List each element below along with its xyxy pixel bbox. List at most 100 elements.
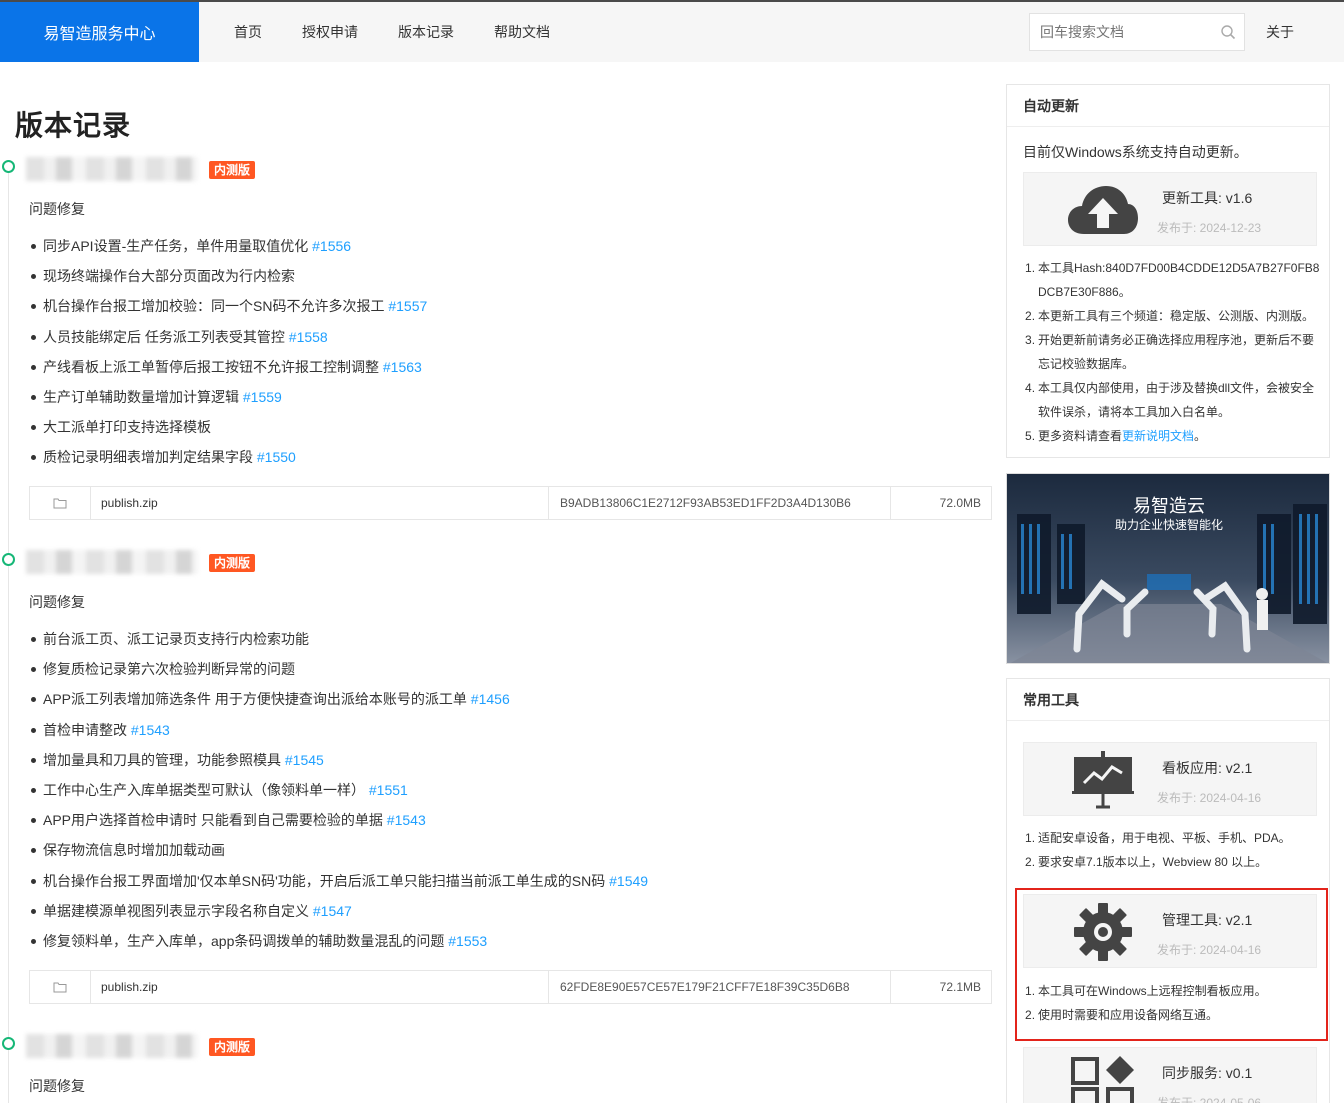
timeline-dot [2,1037,15,1050]
change-item: 质检记录明细表增加判定结果字段 #1550 [29,442,427,472]
nav-version-history[interactable]: 版本记录 [378,2,474,62]
tool-date: 发布于: 2024-05-06 [1157,1096,1262,1103]
change-text: 同步API设置-生产任务，单件用量取值优化 [43,238,309,254]
presentation-board-icon [1066,751,1140,809]
update-tool-download[interactable]: 更新工具: v1.6 发布于: 2024-12-23 [1023,172,1317,246]
change-item: 保存物流信息时增加加载动画 [29,835,648,865]
change-item: 首检申请整改 #1543 [29,715,648,745]
note-item: 适配安卓设备，用于电视、平板、手机、PDA。 [1025,826,1291,850]
board-notes: 适配安卓设备，用于电视、平板、手机、PDA。 要求安卓7.1版本以上，Webvi… [1023,826,1323,874]
nav-help-docs[interactable]: 帮助文档 [474,2,570,62]
promo-banner[interactable]: 易智造云 助力企业快速智能化 [1006,473,1330,664]
change-item: 人员技能绑定后 任务派工列表受其管控 #1558 [29,322,427,352]
file-size: 72.0MB [939,496,981,510]
change-text: 首检申请整改 [43,721,127,738]
highlight-box [1015,888,1328,1041]
release-change-list: 同步API设置-生产任务，单件用量取值优化 #1556 现场终端操作台大部分页面改… [29,231,427,473]
auto-update-card: 自动更新 目前仅Windows系统支持自动更新。 更新工具: v1.6 发布于:… [1006,84,1330,458]
change-text: APP用户选择首检申请时 只能看到自己需要检验的单据 [43,812,383,829]
card-title: 自动更新 [1007,85,1329,127]
note-text: 。 [1194,429,1207,443]
nav-license-apply[interactable]: 授权申请 [282,2,378,62]
search-box [1029,13,1245,51]
change-item: 前台派工页、派工记录页支持行内检索功能 [29,624,648,654]
issue-link[interactable]: #1543 [131,722,170,738]
change-text: 大工派单打印支持选择模板 [43,419,211,436]
change-item: 增加量具和刀具的管理，功能参照模具 #1545 [29,745,648,775]
timeline-dot [2,160,15,173]
file-name[interactable]: publish.zip [91,971,549,1003]
change-text: 生产订单辅助数量增加计算逻辑 [43,388,239,405]
cloud-upload-icon [1066,181,1140,239]
nav-about[interactable]: 关于 [1266,2,1294,62]
update-docs-link[interactable]: 更新说明文档 [1122,429,1194,443]
change-text: 修复领料单，生产入库单，app条码调拨单的辅助数量混乱的问题 [43,932,445,949]
change-item: 现场终端操作台大部分页面改为行内检索 [29,261,427,291]
change-text: 工作中心生产入库单据类型可默认（像领料单一样） [43,781,365,798]
card-title: 常用工具 [1007,679,1329,721]
issue-link[interactable]: #1556 [312,238,351,254]
note-item: 本工具Hash:840D7FD00B4CDDE12D5A7B27F0FB8DCB… [1025,256,1320,299]
change-text: 增加量具和刀具的管理，功能参照模具 [43,751,281,768]
change-item: 同步API设置-生产任务，单件用量取值优化 #1556 [29,231,427,261]
download-row[interactable]: publish.zip B9ADB13806C1E2712F93AB53ED1F… [29,486,992,520]
file-name[interactable]: publish.zip [91,487,549,519]
issue-link[interactable]: #1559 [243,389,282,405]
nav-home[interactable]: 首页 [214,2,282,62]
change-text: 前台派工页、派工记录页支持行内检索功能 [43,631,309,647]
release-change-list: 前台派工页、派工记录页支持行内检索功能修复质检记录第六次检验判断异常的问题 APP… [29,624,648,956]
folder-icon [30,487,91,519]
search-icon[interactable] [1220,24,1236,40]
auto-update-desc: 目前仅Windows系统支持自动更新。 [1023,144,1248,160]
search-input[interactable] [1030,14,1210,50]
folder-icon [30,971,91,1003]
issue-link[interactable]: #1553 [448,933,487,949]
internal-beta-badge: 内测版 [209,1038,256,1056]
change-item: 机台操作台报工增加校验：同一个SN码不允许多次报工 #1557 [29,291,427,321]
tool-date: 发布于: 2024-04-16 [1157,791,1262,805]
issue-link[interactable]: #1551 [369,782,408,798]
issue-link[interactable]: #1558 [289,329,328,345]
release-category: 问题修复 [29,201,85,217]
change-item: 产线看板上派工单暂停后报工按钮不允许报工控制调整 #1563 [29,352,427,382]
change-text: APP派工列表增加筛选条件 用于方便快捷查询出派给本账号的派工单 [43,691,467,708]
board-app-download[interactable]: 看板应用: v2.1 发布于: 2024-04-16 [1023,742,1317,816]
internal-beta-badge: 内测版 [209,161,256,179]
issue-link[interactable]: #1547 [313,903,352,919]
change-item: 工作中心生产入库单据类型可默认（像领料单一样） #1551 [29,775,648,805]
change-text: 质检记录明细表增加判定结果字段 [43,449,253,466]
issue-link[interactable]: #1456 [471,691,510,707]
change-item: 生产订单辅助数量增加计算逻辑 #1559 [29,382,427,412]
change-item: APP用户选择首检申请时 只能看到自己需要检验的单据 #1543 [29,805,648,835]
brand-logo[interactable]: 易智造服务中心 [0,2,199,62]
download-row[interactable]: publish.zip 62FDE8E90E57CE57E179F21CFF7E… [29,970,992,1004]
tool-date: 发布于: 2024-12-23 [1157,221,1262,235]
change-item: 大工派单打印支持选择模板 [29,412,427,442]
sync-blocks-icon [1066,1056,1140,1103]
issue-link[interactable]: #1543 [387,812,426,828]
issue-link[interactable]: #1563 [383,359,422,375]
change-text: 保存物流信息时增加加载动画 [43,842,225,859]
release-category: 问题修复 [29,594,85,610]
change-item: 单据建模源单视图列表显示字段名称自定义 #1547 [29,896,648,926]
tool-name: 同步服务: v0.1 [1162,1065,1253,1081]
sync-service-download[interactable]: 同步服务: v0.1 发布于: 2024-05-06 [1023,1047,1317,1103]
change-item: 修复质检记录第六次检验判断异常的问题 [29,654,648,684]
issue-link[interactable]: #1545 [285,752,324,768]
issue-link[interactable]: #1549 [609,873,648,889]
note-item: 本更新工具有三个频道：稳定版、公测版、内测版。 [1025,304,1315,328]
issue-link[interactable]: #1550 [257,449,296,465]
main-nav: 首页 授权申请 版本记录 帮助文档 [214,2,570,62]
page-title: 版本记录 [15,110,132,141]
note-item: 本工具仅内部使用，由于涉及替换dll文件，会被安全软件误杀，请将本工具加入白名单… [1025,376,1315,419]
note-text: 更多资料请查看 [1038,429,1123,443]
issue-link[interactable]: #1557 [388,298,427,314]
update-notes: 本工具Hash:840D7FD00B4CDDE12D5A7B27F0FB8DCB… [1023,256,1323,448]
change-text: 人员技能绑定后 任务派工列表受其管控 [43,328,285,345]
banner-title: 易智造云 [1133,496,1205,516]
top-navbar: 易智造服务中心 首页 授权申请 版本记录 帮助文档 关于 [0,0,1344,62]
tool-name: 更新工具: v1.6 [1162,190,1253,206]
change-item: 修复领料单，生产入库单，app条码调拨单的辅助数量混乱的问题 #1553 [29,926,648,956]
note-item: 要求安卓7.1版本以上，Webview 80 以上。 [1025,850,1268,874]
file-size: 72.1MB [939,980,981,994]
